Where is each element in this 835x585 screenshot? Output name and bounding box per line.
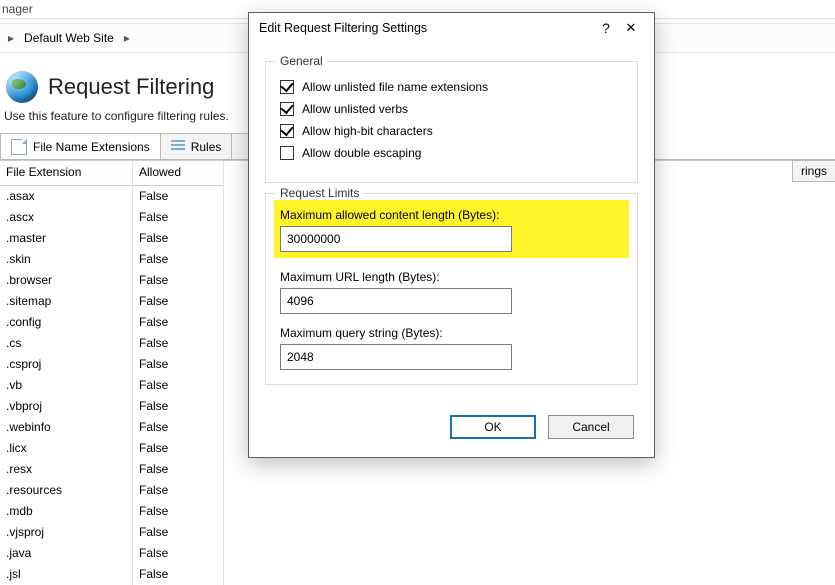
table-row-ext[interactable]: .vb [0, 375, 132, 396]
column-header-allowed[interactable]: Allowed [133, 161, 223, 186]
table-row-ext[interactable]: .vjsproj [0, 522, 132, 543]
tab-label: Rules [191, 140, 222, 154]
tab-query-strings-partial[interactable]: rings [792, 160, 835, 182]
table-row-allowed[interactable]: False [133, 354, 223, 375]
dialog-title: Edit Request Filtering Settings [259, 21, 594, 35]
breadcrumb-arrow-icon[interactable]: ▸ [116, 31, 138, 45]
table-row-allowed[interactable]: False [133, 186, 223, 207]
table-row-ext[interactable]: .sitemap [0, 291, 132, 312]
table-row-ext[interactable]: .browser [0, 270, 132, 291]
checkbox-label: Allow high-bit characters [302, 124, 433, 138]
max-url-length-input[interactable] [280, 288, 512, 314]
cancel-button[interactable]: Cancel [548, 415, 634, 439]
table-row-allowed[interactable]: False [133, 249, 223, 270]
checkbox-input[interactable] [280, 102, 294, 116]
checkbox-input[interactable] [280, 80, 294, 94]
table-row-ext[interactable]: .mdb [0, 501, 132, 522]
table-row-allowed[interactable]: False [133, 270, 223, 291]
checkbox-input[interactable] [280, 124, 294, 138]
table-row-ext[interactable]: .csproj [0, 354, 132, 375]
checkbox-label: Allow unlisted file name extensions [302, 80, 488, 94]
request-limits-group: Request Limits Maximum allowed content l… [265, 193, 638, 385]
table-row-ext[interactable]: .skin [0, 249, 132, 270]
table-row-allowed[interactable]: False [133, 312, 223, 333]
breadcrumb-item[interactable]: Default Web Site [22, 31, 116, 45]
globe-icon [6, 71, 38, 103]
table-row-allowed[interactable]: False [133, 207, 223, 228]
table-row-ext[interactable]: .vbproj [0, 396, 132, 417]
max-content-length-input[interactable] [280, 226, 512, 252]
max-content-length-label: Maximum allowed content length (Bytes): [280, 208, 623, 222]
table-row-ext[interactable]: .resources [0, 480, 132, 501]
checkbox-unlisted-extensions[interactable]: Allow unlisted file name extensions [280, 80, 623, 94]
tab-file-name-extensions[interactable]: File Name Extensions [0, 133, 161, 159]
ok-button[interactable]: OK [450, 415, 536, 439]
checkbox-high-bit[interactable]: Allow high-bit characters [280, 124, 623, 138]
max-query-string-label: Maximum query string (Bytes): [280, 326, 623, 340]
checkbox-unlisted-verbs[interactable]: Allow unlisted verbs [280, 102, 623, 116]
table-row-ext[interactable]: .licx [0, 438, 132, 459]
table-row-ext[interactable]: .jsl [0, 564, 132, 585]
table-row-allowed[interactable]: False [133, 291, 223, 312]
max-query-string-input[interactable] [280, 344, 512, 370]
table-row-allowed[interactable]: False [133, 333, 223, 354]
table-row-ext[interactable]: .resx [0, 459, 132, 480]
highlighted-region: Maximum allowed content length (Bytes): [274, 200, 629, 258]
page-title: Request Filtering [48, 74, 214, 100]
table-row-allowed[interactable]: False [133, 459, 223, 480]
rules-icon [171, 140, 185, 154]
edit-request-filtering-dialog: Edit Request Filtering Settings ? ✕ Gene… [248, 12, 655, 458]
table-row-ext[interactable]: .config [0, 312, 132, 333]
page-icon [11, 139, 27, 155]
checkbox-label: Allow double escaping [302, 146, 421, 160]
table-row-allowed[interactable]: False [133, 480, 223, 501]
max-url-length-label: Maximum URL length (Bytes): [280, 270, 623, 284]
checkbox-double-escaping[interactable]: Allow double escaping [280, 146, 623, 160]
help-icon[interactable]: ? [594, 20, 618, 36]
table-row-allowed[interactable]: False [133, 522, 223, 543]
table-row-ext[interactable]: .webinfo [0, 417, 132, 438]
table-row-ext[interactable]: .ascx [0, 207, 132, 228]
tab-rules[interactable]: Rules [160, 133, 233, 159]
tab-label: File Name Extensions [33, 140, 150, 154]
group-legend: General [276, 54, 327, 68]
column-header-extension[interactable]: File Extension [0, 161, 132, 186]
table-row-allowed[interactable]: False [133, 228, 223, 249]
group-legend: Request Limits [276, 186, 363, 200]
table-row-allowed[interactable]: False [133, 417, 223, 438]
table-row-allowed[interactable]: False [133, 396, 223, 417]
table-row-allowed[interactable]: False [133, 501, 223, 522]
table-row-ext[interactable]: .java [0, 543, 132, 564]
table-row-ext[interactable]: .cs [0, 333, 132, 354]
table-row-ext[interactable]: .asax [0, 186, 132, 207]
close-icon[interactable]: ✕ [618, 20, 644, 36]
table-row-allowed[interactable]: False [133, 543, 223, 564]
table-row-allowed[interactable]: False [133, 438, 223, 459]
breadcrumb-arrow-icon[interactable]: ▸ [0, 31, 22, 45]
table-row-ext[interactable]: .master [0, 228, 132, 249]
checkbox-label: Allow unlisted verbs [302, 102, 408, 116]
table-row-allowed[interactable]: False [133, 375, 223, 396]
table-row-allowed[interactable]: False [133, 564, 223, 585]
checkbox-input[interactable] [280, 146, 294, 160]
general-group: General Allow unlisted file name extensi… [265, 61, 638, 183]
